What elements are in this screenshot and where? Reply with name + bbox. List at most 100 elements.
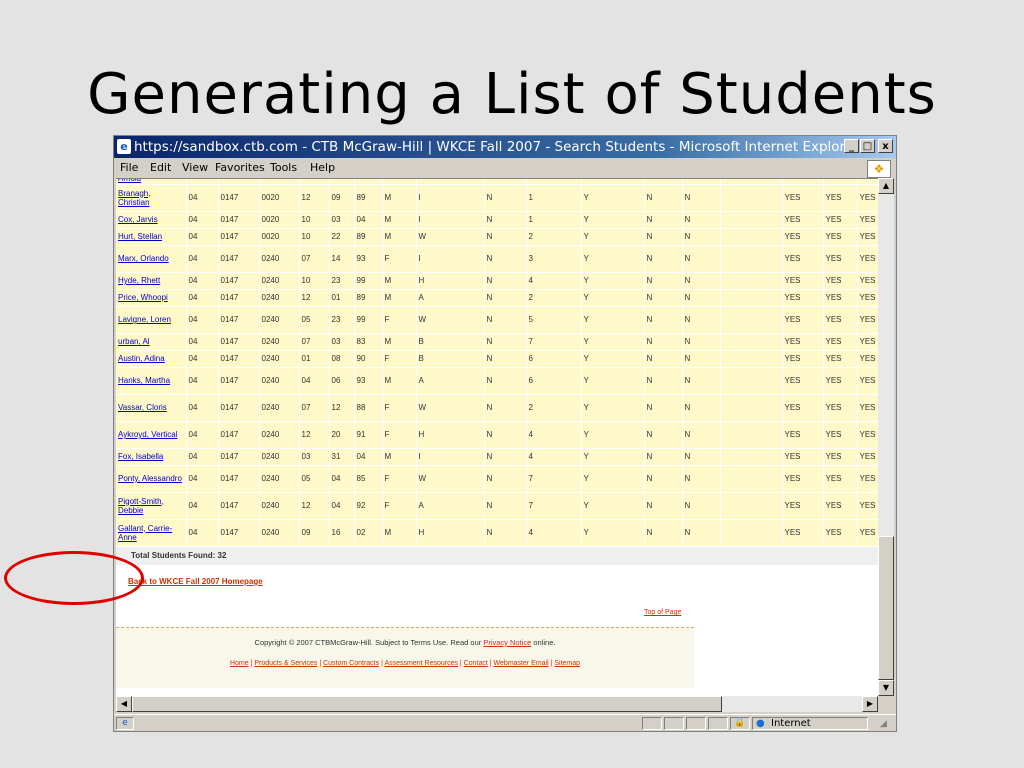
- menu-edit[interactable]: Edit: [150, 158, 171, 178]
- menu-help[interactable]: Help: [310, 158, 335, 178]
- table-cell: 7: [526, 465, 582, 493]
- globe-icon: ●: [756, 718, 765, 729]
- student-name-cell: Fox, Isabella: [116, 448, 187, 466]
- menu-tools[interactable]: Tools: [270, 158, 297, 178]
- table-cell: YES: [782, 394, 824, 422]
- table-cell: 04: [186, 465, 219, 493]
- vertical-scroll-thumb[interactable]: [878, 536, 894, 680]
- student-name-link[interactable]: Hanks, Martha: [118, 376, 170, 385]
- table-cell: YES: [857, 289, 878, 307]
- table-cell: 0240: [259, 289, 300, 307]
- table-cell: 23: [329, 272, 355, 290]
- scroll-left-icon[interactable]: ◀: [116, 696, 132, 712]
- table-cell: 4: [526, 448, 582, 466]
- footer-link-products[interactable]: Products & Services: [254, 660, 317, 667]
- back-to-homepage-link[interactable]: Back to WKCE Fall 2007 Homepage: [128, 577, 263, 586]
- student-name-link[interactable]: Vassar, Cloris: [118, 403, 167, 412]
- footer-link-contact[interactable]: Contact: [464, 660, 488, 667]
- window-titlebar[interactable]: e https://sandbox.ctb.com - CTB McGraw-H…: [114, 136, 896, 158]
- top-of-page-link[interactable]: Top of Page: [644, 609, 681, 616]
- table-cell: 0147: [218, 448, 260, 466]
- table-cell: 0147: [218, 492, 260, 520]
- table-cell: N: [484, 306, 527, 334]
- privacy-notice-link[interactable]: Privacy Notice: [483, 638, 531, 647]
- horizontal-scrollbar[interactable]: ◀ ▶: [116, 696, 878, 712]
- table-cell: 07: [299, 333, 330, 351]
- footer-link-custom-contracts[interactable]: Custom Contracts: [323, 660, 379, 667]
- table-cell: N: [644, 465, 683, 493]
- table-cell: N: [682, 184, 721, 212]
- table-cell: [720, 350, 783, 368]
- scroll-right-icon[interactable]: ▶: [862, 696, 878, 712]
- student-name-link[interactable]: Hyde, Rhett: [118, 276, 160, 285]
- table-cell: YES: [857, 448, 878, 466]
- footer-link-sitemap[interactable]: Sitemap: [554, 660, 580, 667]
- scroll-down-icon[interactable]: ▼: [878, 680, 894, 696]
- table-cell: N: [484, 272, 527, 290]
- student-name-link[interactable]: Branagh, Christian: [118, 189, 150, 207]
- student-name-link[interactable]: Price, Whoopi: [118, 293, 168, 302]
- table-row: Lavigne, Loren 04 0147 0240 05 23 99 F W N 5 Y N N YES…: [116, 306, 878, 334]
- table-cell: 12: [299, 421, 330, 449]
- table-cell: 04: [186, 492, 219, 520]
- student-name-link[interactable]: Cox, Jarvis: [118, 215, 158, 224]
- horizontal-scroll-thumb[interactable]: [132, 696, 722, 712]
- table-cell: 04: [329, 465, 355, 493]
- table-cell: 04: [186, 211, 219, 229]
- resize-grip-icon[interactable]: ◢: [880, 719, 892, 731]
- table-cell: 04: [186, 306, 219, 334]
- table-cell: YES: [782, 272, 824, 290]
- footer-link-webmaster-email[interactable]: Webmaster Email: [494, 660, 549, 667]
- student-name-link[interactable]: Fox, Isabella: [118, 452, 163, 461]
- student-name-cell: Ponty, Alessandro: [116, 465, 187, 493]
- table-cell: N: [484, 184, 527, 212]
- menu-bar: File Edit View Favorites Tools Help ❖: [114, 158, 896, 178]
- table-cell: [720, 289, 783, 307]
- student-name-link[interactable]: Marx, Orlando: [118, 254, 169, 263]
- table-cell: YES: [857, 228, 878, 246]
- table-cell: 0240: [259, 394, 300, 422]
- table-cell: [720, 448, 783, 466]
- table-cell: 0147: [218, 421, 260, 449]
- scroll-up-icon[interactable]: ▲: [878, 178, 894, 194]
- student-name-link[interactable]: Arnold: [118, 179, 141, 183]
- table-cell: 10: [299, 211, 330, 229]
- table-cell: Y: [581, 421, 645, 449]
- student-name-link[interactable]: Gallant, Carrie-Anne: [118, 524, 172, 542]
- menu-view[interactable]: View: [182, 158, 208, 178]
- table-cell: YES: [857, 350, 878, 368]
- table-cell: 04: [186, 272, 219, 290]
- student-name-link[interactable]: urban, Al: [118, 337, 150, 346]
- footer-link-assessment-resources[interactable]: Assessment Resources: [384, 660, 458, 667]
- table-cell: N: [644, 448, 683, 466]
- table-cell: YES: [823, 333, 858, 351]
- table-cell: YES: [823, 394, 858, 422]
- menu-file[interactable]: File: [120, 158, 138, 178]
- table-cell: 2: [526, 394, 582, 422]
- table-cell: N: [644, 272, 683, 290]
- highlight-circle: [4, 551, 144, 605]
- close-button[interactable]: x: [878, 139, 893, 153]
- student-name-link[interactable]: Ponty, Alessandro: [118, 474, 182, 483]
- table-cell: [720, 465, 783, 493]
- table-cell: YES: [823, 367, 858, 395]
- student-name-link[interactable]: Pigott-Smith, Debbie: [118, 497, 164, 515]
- table-cell: N: [682, 211, 721, 229]
- menu-favorites[interactable]: Favorites: [215, 158, 265, 178]
- table-row: Aykroyd, Vertical 04 0147 0240 12 20 91 F H N 4 Y N N…: [116, 421, 878, 449]
- student-name-link[interactable]: Hurt, Stellan: [118, 232, 162, 241]
- footer-link-home[interactable]: Home: [230, 660, 249, 667]
- student-name-cell: Hurt, Stellan: [116, 228, 187, 246]
- student-name-link[interactable]: Austin, Adina: [118, 354, 165, 363]
- maximize-button[interactable]: □: [860, 139, 875, 153]
- student-name-link[interactable]: Aykroyd, Vertical: [118, 430, 177, 439]
- vertical-scrollbar[interactable]: ▲ ▼: [878, 178, 894, 696]
- table-cell: 05: [299, 465, 330, 493]
- student-name-link[interactable]: Lavigne, Loren: [118, 315, 171, 324]
- table-cell: W: [416, 394, 485, 422]
- table-cell: YES: [823, 465, 858, 493]
- table-cell: N: [644, 245, 683, 273]
- table-cell: 0240: [259, 350, 300, 368]
- window-title: https://sandbox.ctb.com - CTB McGraw-Hil…: [134, 139, 859, 155]
- minimize-button[interactable]: _: [844, 139, 859, 153]
